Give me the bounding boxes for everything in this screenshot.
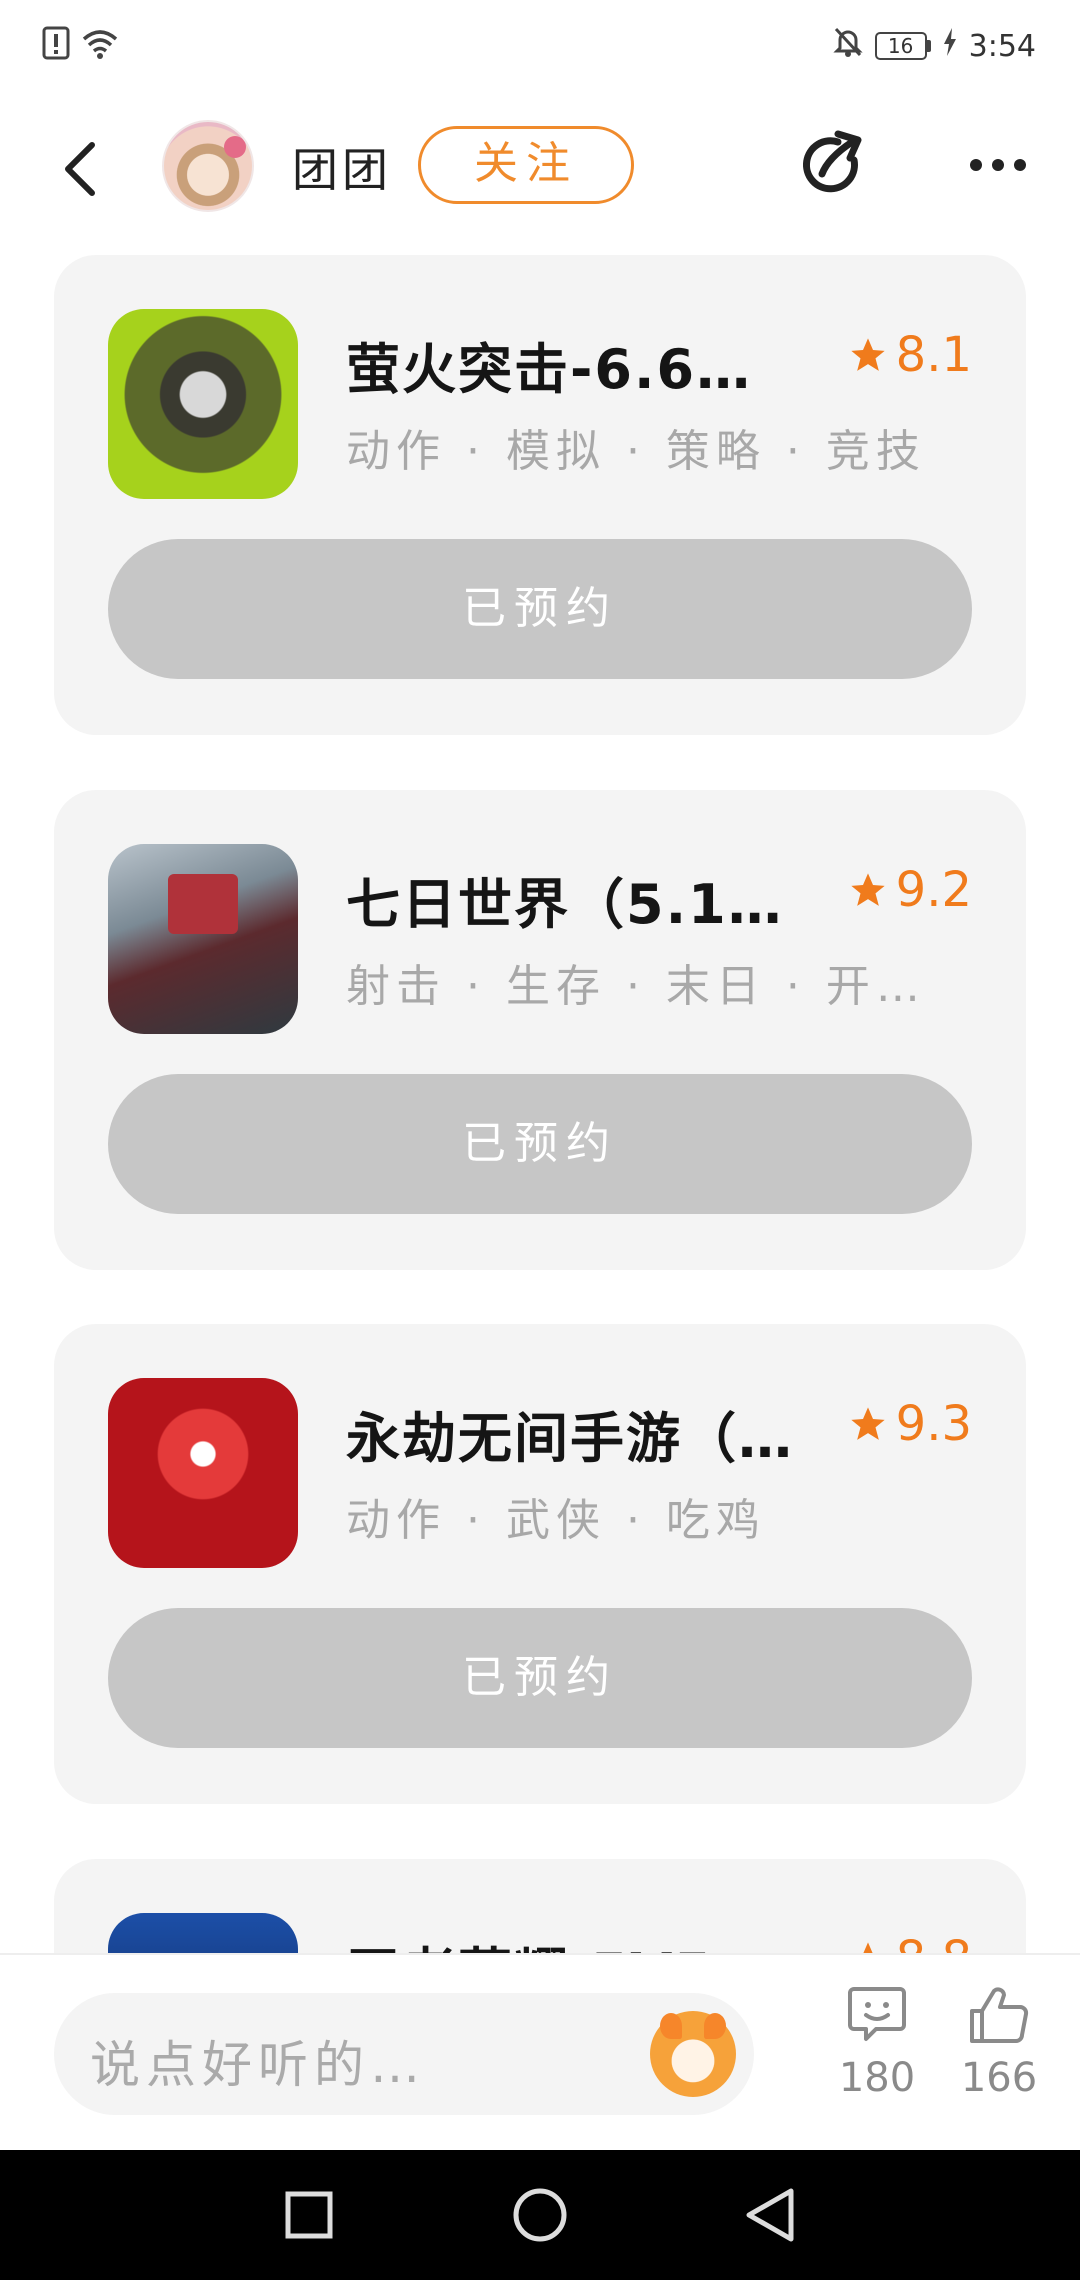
star-icon (863, 1942, 873, 1953)
back-nav-button[interactable] (737, 2182, 803, 2248)
rating-value: 8.8 (896, 1931, 972, 1953)
status-bar: 16 3:54 (0, 0, 1080, 90)
comment-count: 180 (838, 2055, 916, 2101)
game-icon[interactable] (108, 1378, 298, 1568)
game-list: 萤火突击-6.6公… 8.1 动作 · 模拟 · 策略 · 竞技 已预约 七日世… (0, 255, 1080, 1953)
wifi-icon (80, 27, 120, 63)
like-count: 166 (960, 2055, 1038, 2101)
reserved-button[interactable]: 已预约 (108, 1608, 972, 1748)
star-icon (850, 1407, 885, 1440)
more-options-button[interactable] (958, 140, 1038, 190)
mute-bell-icon (833, 26, 863, 66)
game-title[interactable]: 王者荣耀 5V5英… (346, 1929, 806, 1953)
battery-level: 16 (874, 32, 927, 60)
rating: 9.2 (848, 862, 972, 918)
dot-icon (970, 159, 982, 171)
reserved-button[interactable]: 已预约 (108, 1074, 972, 1214)
rating: 8.8 (848, 1931, 972, 1953)
username[interactable]: 团团 (292, 134, 392, 200)
game-title[interactable]: 永劫无间手游（… (346, 1394, 806, 1473)
avatar[interactable] (162, 120, 254, 212)
thumbs-up-icon (970, 1987, 1029, 2043)
game-icon[interactable] (108, 844, 298, 1034)
clock: 3:54 (968, 28, 1036, 64)
comment-icon (848, 1987, 906, 2041)
rating-value: 9.3 (895, 1396, 972, 1452)
game-card[interactable]: 永劫无间手游（… 9.3 动作 · 武侠 · 吃鸡 已预约 (54, 1324, 1026, 1804)
bottom-bar: 说点好听的… 180 166 (0, 1953, 1080, 2150)
game-card[interactable]: 萤火突击-6.6公… 8.1 动作 · 模拟 · 策略 · 竞技 已预约 (54, 255, 1026, 735)
reserved-button[interactable]: 已预约 (108, 539, 972, 679)
triangle-back-icon (746, 2188, 794, 2242)
home-button[interactable] (507, 2182, 573, 2248)
dot-icon (1014, 159, 1026, 171)
status-right: 16 3:54 (833, 26, 1036, 66)
charging-icon (943, 28, 957, 64)
share-button[interactable] (798, 130, 870, 202)
rating-value: 9.2 (895, 862, 972, 918)
game-card[interactable]: 王者荣耀 5V5英… 8.8 (54, 1859, 1026, 1953)
like-button[interactable]: 166 (944, 1985, 1054, 2101)
comment-input[interactable]: 说点好听的… (54, 1993, 754, 2115)
rating: 8.1 (848, 327, 972, 383)
dot-icon (992, 159, 1004, 171)
game-tags: 动作 · 模拟 · 策略 · 竞技 (346, 426, 926, 477)
battery-tip (926, 40, 931, 52)
game-card[interactable]: 七日世界（5.17… 9.2 射击 · 生存 · 末日 · 开放… 已预约 (54, 790, 1026, 1270)
system-nav-bar (0, 2150, 1080, 2280)
screen: 16 3:54 团团 关注 萤火突击-6.6公… 8.1 动作 · 模拟 · 策… (0, 0, 1080, 2280)
game-tags: 动作 · 武侠 · 吃鸡 (346, 1495, 766, 1546)
follow-button[interactable]: 关注 (418, 126, 634, 204)
battery-indicator: 16 (874, 32, 931, 60)
game-icon[interactable] (108, 1913, 298, 1953)
comment-placeholder: 说点好听的… (90, 2036, 426, 2094)
alert-icon (42, 26, 70, 64)
circle-icon (513, 2188, 567, 2242)
header: 团团 关注 (0, 110, 1080, 220)
game-title[interactable]: 七日世界（5.17… (346, 860, 806, 939)
recent-apps-button[interactable] (276, 2182, 342, 2248)
star-icon (850, 873, 885, 906)
comments-button[interactable]: 180 (822, 1985, 932, 2101)
mascot-icon[interactable] (650, 2011, 736, 2097)
game-icon[interactable] (108, 309, 298, 499)
status-left (42, 26, 120, 64)
back-button[interactable] (50, 134, 110, 204)
share-icon (803, 130, 862, 193)
game-tags: 射击 · 生存 · 末日 · 开放… (346, 961, 966, 1012)
square-icon (285, 2191, 333, 2239)
rating: 9.3 (848, 1396, 972, 1452)
star-icon (850, 338, 885, 371)
game-title[interactable]: 萤火突击-6.6公… (346, 325, 806, 404)
chevron-left-icon (65, 142, 95, 196)
rating-value: 8.1 (895, 327, 972, 383)
